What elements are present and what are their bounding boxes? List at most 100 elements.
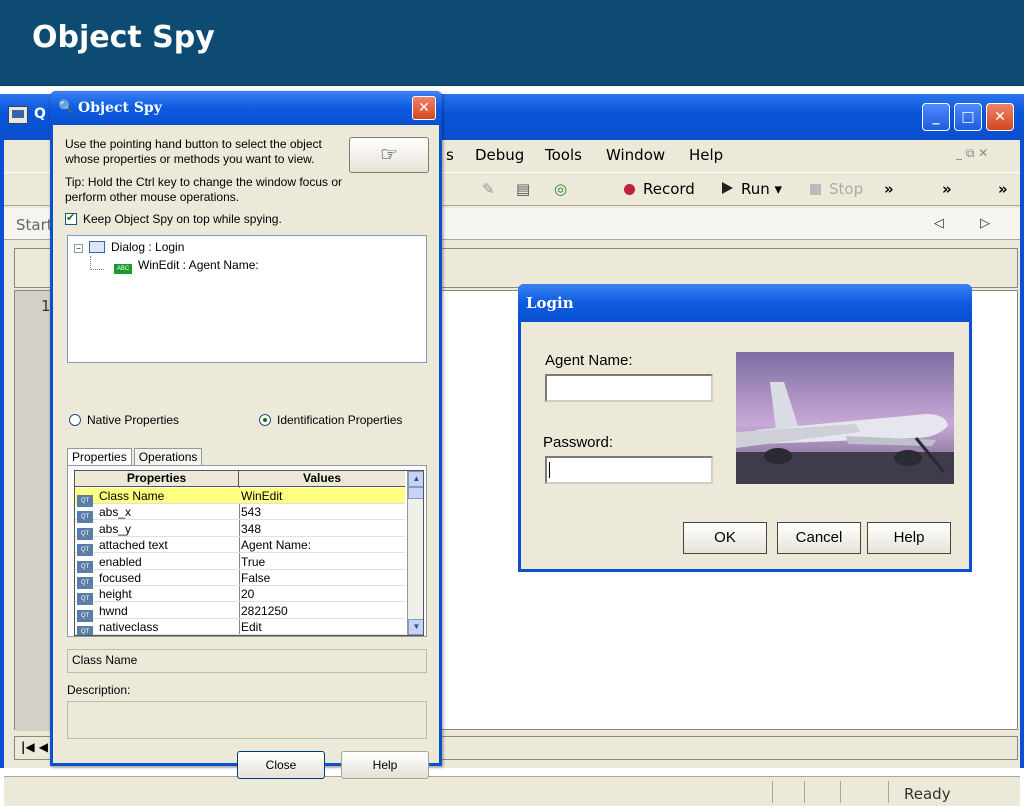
properties-grid: Properties Values QT Class Name WinEdit QT a… [74, 470, 424, 636]
property-name: enabled [99, 554, 142, 569]
table-row[interactable]: QT focused False [75, 570, 405, 589]
login-dialog: Login Agent Name: Password: OK Cancel He… [518, 284, 972, 572]
property-icon: QT [77, 626, 93, 635]
collapse-icon[interactable]: − [74, 244, 83, 253]
property-name: focused [99, 571, 142, 585]
property-value: 20 [241, 587, 255, 602]
property-name: abs_y [99, 521, 132, 536]
scroll-thumb[interactable] [408, 487, 423, 499]
keep-on-top-checkbox[interactable]: Keep Object Spy on top while spying. [65, 211, 282, 226]
spy-tabs: Properties Operations [67, 445, 204, 465]
edit-tool-icon[interactable]: ✎ [482, 180, 495, 198]
tab-operations[interactable]: Operations [133, 448, 203, 465]
toolbar-overflow-1[interactable]: » [884, 180, 894, 198]
tab-start[interactable]: Start [16, 216, 53, 234]
scroll-down-icon[interactable]: ▼ [408, 619, 423, 635]
winedit-icon: ABC [114, 264, 132, 274]
main-window-title: Q [34, 106, 46, 122]
login-client: Agent Name: Password: OK Cancel Help [521, 322, 969, 569]
menu-item-tools[interactable]: Tools [545, 146, 582, 164]
property-name: Class Name [99, 489, 165, 503]
close-dialog-button[interactable]: Close [237, 751, 325, 779]
scroll-up-icon[interactable]: ▲ [408, 471, 423, 487]
airplane-image [736, 352, 954, 484]
toolbar-overflow-3[interactable]: » [998, 180, 1008, 198]
property-value: 543 [241, 505, 262, 520]
record-button[interactable]: Record [624, 180, 695, 198]
text-caret [549, 462, 550, 478]
stop-icon [810, 184, 821, 195]
tree-node-root[interactable]: − Dialog : Login [74, 240, 184, 254]
property-value: Edit [241, 620, 262, 635]
tab-nav-arrows[interactable]: ◁ ▷ [934, 216, 1006, 231]
tab-properties[interactable]: Properties [67, 448, 132, 465]
first-page-icon[interactable]: |◀ ◀ [21, 740, 48, 754]
stop-button[interactable]: Stop [810, 180, 863, 198]
property-value: Agent Name: [241, 538, 312, 553]
property-value: 348 [241, 521, 262, 536]
pointing-hand-button[interactable]: ☞ [349, 137, 429, 173]
table-row[interactable]: QT abs_y 348 [75, 521, 405, 540]
mdi-controls-icon[interactable]: _ ⧉ ✕ [956, 146, 988, 161]
table-row[interactable]: QT abs_x 543 [75, 504, 405, 524]
object-spy-window: 🔍 Object Spy ✕ Use the pointing hand but… [50, 91, 442, 779]
table-row[interactable]: QT height 20 [75, 586, 405, 606]
native-properties-radio[interactable]: Native Properties [69, 413, 179, 427]
tree-connector [90, 256, 104, 270]
spy-tool-icon[interactable]: ◎ [554, 180, 567, 198]
table-row[interactable]: QT enabled True [75, 554, 405, 573]
property-name: attached text [99, 538, 168, 553]
dialog-icon [89, 241, 105, 253]
slide-title: Object Spy [32, 20, 215, 55]
menu-item-debug[interactable]: Debug [475, 146, 524, 164]
property-name: abs_x [99, 505, 132, 520]
login-title-bar: Login [518, 284, 972, 322]
app-icon [8, 106, 28, 124]
object-spy-close-button[interactable]: ✕ [412, 96, 436, 120]
description-label: Description: [67, 683, 131, 697]
property-name: height [99, 587, 132, 602]
password-field[interactable] [545, 456, 713, 484]
properties-tool-icon[interactable]: ▤ [516, 180, 530, 198]
header-values[interactable]: Values [239, 471, 405, 487]
table-row[interactable]: QT hwnd 2821250 [75, 603, 405, 622]
slide-header: Object Spy [0, 0, 1024, 86]
record-icon [624, 184, 635, 195]
object-tree[interactable]: − Dialog : Login ABC WinEdit : Agent Name: [67, 235, 427, 363]
property-value: False [241, 571, 271, 585]
ok-button[interactable]: OK [683, 522, 767, 554]
minimize-button[interactable]: _ [922, 103, 950, 131]
status-bar: Ready [4, 776, 1020, 806]
menu-item-help[interactable]: Help [689, 146, 723, 164]
agent-name-field[interactable] [545, 374, 713, 402]
toolbar-overflow-2[interactable]: » [942, 180, 952, 198]
maximize-button[interactable]: □ [954, 103, 982, 131]
login-help-button[interactable]: Help [867, 522, 951, 554]
spy-instructions: Use the pointing hand button to select t… [65, 137, 322, 166]
checkbox-icon [65, 211, 77, 225]
status-text: Ready [904, 785, 951, 803]
spy-icon: 🔍 [58, 100, 75, 115]
table-row[interactable]: QT attached text Agent Name: [75, 537, 405, 557]
menu-item-s[interactable]: s [446, 146, 454, 164]
property-value: 2821250 [241, 603, 288, 618]
grid-scrollbar[interactable]: ▲ ▼ [407, 471, 423, 635]
radio-icon [69, 414, 81, 426]
description-field [67, 701, 427, 739]
object-spy-client: Use the pointing hand button to select t… [53, 125, 439, 779]
header-properties[interactable]: Properties [75, 471, 239, 487]
menu-item-window[interactable]: Window [606, 146, 665, 164]
radio-selected-icon [259, 414, 271, 426]
property-name: hwnd [99, 603, 128, 618]
table-row[interactable]: QT nativeclass Edit [75, 619, 405, 635]
cancel-button[interactable]: Cancel [777, 522, 861, 554]
login-title: Login [526, 294, 574, 312]
close-button[interactable]: ✕ [986, 103, 1014, 131]
pointing-hand-icon: ☞ [380, 144, 398, 166]
table-row[interactable]: QT Class Name WinEdit [75, 488, 405, 507]
spy-help-button[interactable]: Help [341, 751, 429, 779]
tree-node-child[interactable]: ABC WinEdit : Agent Name: [114, 258, 259, 274]
password-label: Password: [543, 434, 614, 451]
identification-properties-radio[interactable]: Identification Properties [259, 413, 402, 427]
run-button[interactable]: Run ▾ [722, 180, 782, 198]
